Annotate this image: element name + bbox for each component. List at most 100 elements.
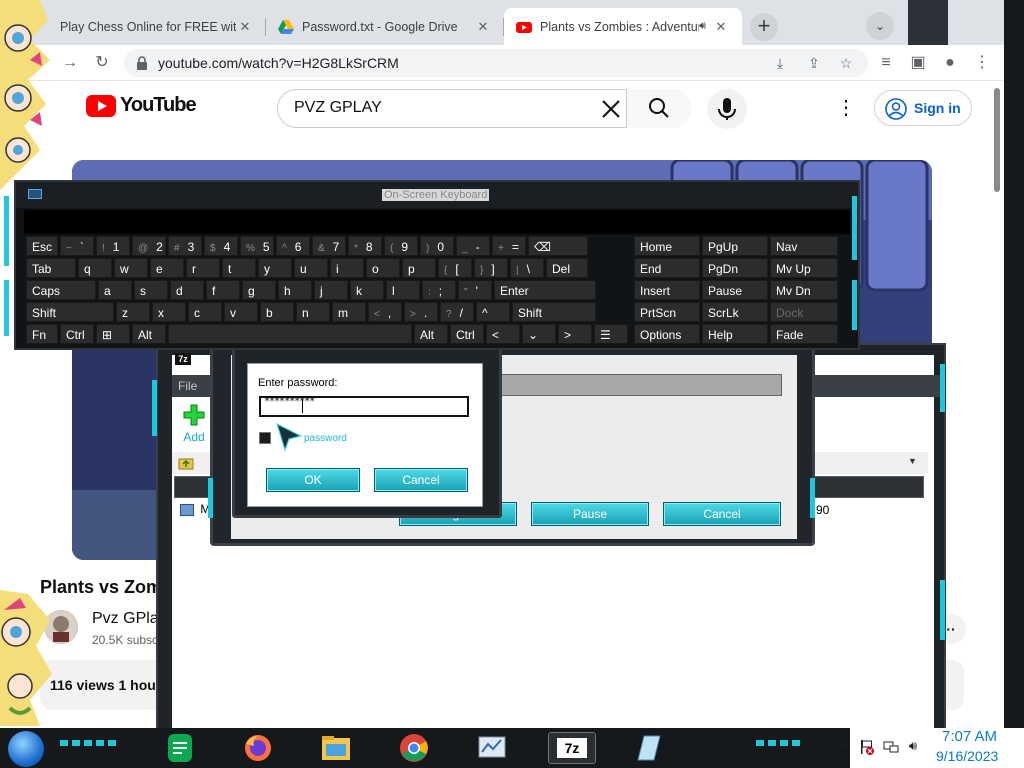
network-icon[interactable] — [882, 738, 900, 756]
osk-key[interactable]: (9 — [384, 236, 418, 256]
osk-key[interactable]: ⊞ — [96, 324, 130, 344]
osk-nav-key[interactable]: Mv Dn — [770, 280, 838, 300]
osk-key[interactable]: Tab — [26, 258, 76, 278]
osk-key[interactable]: j — [314, 280, 348, 300]
osk-key[interactable]: ) 0 — [420, 236, 454, 256]
osk-key[interactable]: t — [222, 258, 256, 278]
flag-icon[interactable] — [858, 738, 876, 756]
voice-search-button[interactable] — [707, 89, 747, 129]
osk-key[interactable]: " ' — [458, 280, 492, 300]
video-title[interactable]: Plants vs Zom — [40, 577, 162, 598]
osk-key[interactable]: < — [486, 324, 520, 344]
osk-nav-key[interactable]: PgDn — [702, 258, 768, 278]
osk-nav-key[interactable]: Nav — [770, 236, 838, 256]
osk-key[interactable]: ? / — [440, 302, 474, 322]
system-monitor-icon[interactable] — [474, 732, 510, 764]
show-password-label[interactable]: password — [304, 433, 347, 444]
cancel-button[interactable]: Cancel — [374, 468, 468, 492]
show-hidden-icons-icon[interactable]: △ — [834, 738, 852, 756]
close-icon[interactable]: ✕ — [474, 19, 492, 35]
osk-key[interactable]: ^ 6 — [276, 236, 310, 256]
osk-key[interactable]: }] — [474, 258, 508, 278]
osk-key[interactable]: Enter — [494, 280, 596, 300]
osk-nav-key[interactable]: Dock — [770, 302, 838, 322]
osk-nav-key[interactable]: Help — [702, 324, 768, 344]
clock-date[interactable]: 9/16/2023 — [936, 748, 998, 764]
osk-key[interactable]: Shift — [512, 302, 596, 322]
cancel-extract-button[interactable]: Cancel — [663, 502, 781, 526]
page-scrollbar[interactable] — [992, 82, 1002, 702]
osk-key[interactable]: @2 — [132, 236, 166, 256]
osk-nav-key[interactable]: Home — [634, 236, 700, 256]
sign-in-button[interactable]: Sign in — [874, 90, 972, 126]
osk-key[interactable]: ⌫ — [528, 236, 588, 256]
start-button[interactable] — [8, 731, 44, 767]
osk-nav-key[interactable]: End — [634, 258, 700, 278]
osk-key[interactable]: + = — [492, 236, 526, 256]
osk-key[interactable]: :; — [422, 280, 456, 300]
osk-nav-key[interactable]: Pause — [702, 280, 768, 300]
file-explorer-icon[interactable] — [318, 732, 354, 764]
osk-key[interactable]: ^ — [476, 302, 510, 322]
osk-key[interactable]: d — [170, 280, 204, 300]
add-button[interactable]: Add — [178, 403, 210, 447]
google-sheets-icon[interactable] — [162, 732, 198, 764]
osk-key[interactable]: r — [186, 258, 220, 278]
on-screen-keyboard[interactable]: On-Screen Keyboard Esc ~ `! 1 @2 #3 $4% 5 ^ 6 & 7 * 8… — [14, 180, 860, 350]
tab-search-icon[interactable]: ⌄ — [866, 12, 894, 40]
settings-more-icon[interactable]: ⋮ — [836, 96, 856, 120]
osk-key[interactable]: Alt — [414, 324, 448, 344]
osk-key[interactable]: | \ — [510, 258, 544, 278]
osk-key[interactable]: p — [402, 258, 436, 278]
osk-nav-key[interactable]: PgUp — [702, 236, 768, 256]
osk-key[interactable]: #3 — [168, 236, 202, 256]
osk-key[interactable]: Fn — [26, 324, 58, 344]
media-queue-icon[interactable]: ≡ — [874, 51, 898, 75]
osk-key[interactable]: * 8 — [348, 236, 382, 256]
osk-titlebar[interactable]: On-Screen Keyboard — [16, 182, 858, 208]
osk-key[interactable]: Esc — [26, 236, 58, 256]
chrome-menu-icon[interactable]: ⋮ — [970, 51, 994, 75]
osk-key[interactable]: k — [350, 280, 384, 300]
osk-key[interactable]: Shift — [26, 302, 114, 322]
osk-key[interactable]: & 7 — [312, 236, 346, 256]
osk-key[interactable]: > — [558, 324, 592, 344]
osk-key[interactable]: ! 1 — [96, 236, 130, 256]
side-panel-icon[interactable]: ▣ — [906, 51, 930, 75]
osk-key[interactable]: i — [330, 258, 364, 278]
osk-key[interactable]: Alt — [132, 324, 166, 344]
osk-key[interactable]: h — [278, 280, 312, 300]
volume-icon[interactable]: 🔊︎ — [904, 738, 922, 756]
clock-time[interactable]: 7:07 AM — [942, 728, 997, 745]
osk-nav-key[interactable]: Options — [634, 324, 700, 344]
youtube-search-button[interactable] — [626, 89, 691, 128]
install-icon[interactable]: ⤓ — [770, 53, 790, 73]
close-icon[interactable]: ✕ — [236, 19, 254, 35]
folder-up-icon[interactable] — [178, 455, 194, 471]
speaker-icon[interactable]: 🔊︎ — [699, 20, 706, 33]
osk-key[interactable]: s — [134, 280, 168, 300]
osk-key[interactable]: q — [78, 258, 112, 278]
profile-avatar-icon[interactable]: ● — [938, 51, 962, 75]
osk-key[interactable]: y — [258, 258, 292, 278]
sevenzip-taskbar-button[interactable]: 7z — [548, 732, 596, 764]
osk-key[interactable]: c — [188, 302, 222, 322]
osk-key[interactable]: v — [224, 302, 258, 322]
osk-key[interactable]: {[ — [438, 258, 472, 278]
osk-key[interactable]: ⌄ — [522, 324, 556, 344]
osk-key[interactable]: x — [152, 302, 186, 322]
osk-key[interactable]: e — [150, 258, 184, 278]
osk-key[interactable]: n — [296, 302, 330, 322]
osk-nav-key[interactable]: PrtScn — [634, 302, 700, 322]
osk-key[interactable]: g — [242, 280, 276, 300]
osk-key[interactable]: Caps — [26, 280, 96, 300]
osk-key[interactable]: >. — [404, 302, 438, 322]
ok-button[interactable]: OK — [266, 468, 360, 492]
firefox-icon[interactable] — [240, 732, 276, 764]
osk-key[interactable]: ☰ — [594, 324, 628, 344]
osk-key[interactable]: w — [114, 258, 148, 278]
chrome-icon[interactable] — [396, 732, 432, 764]
dropdown-icon[interactable]: ▼ — [908, 456, 917, 466]
osk-key[interactable]: <, — [368, 302, 402, 322]
osk-key[interactable]: a — [98, 280, 132, 300]
